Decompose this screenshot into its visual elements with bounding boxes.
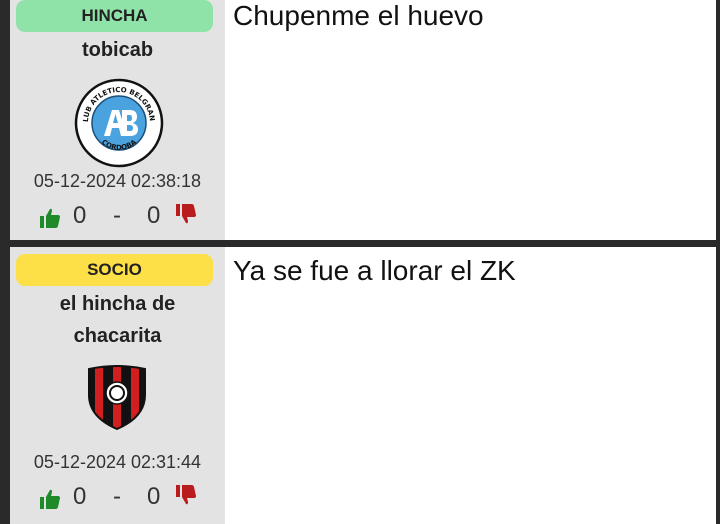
post-message: Ya se fue a llorar el ZK xyxy=(225,247,716,524)
like-count: 0 xyxy=(73,483,87,510)
thumbs-up-icon[interactable] xyxy=(38,487,62,511)
comment-post: HINCHA tobicab CLUB ATLETICO BELGRANO CO… xyxy=(10,0,716,240)
post-date: 05-12-2024 02:38:18 xyxy=(33,171,202,191)
thumbs-up-icon[interactable] xyxy=(38,206,62,230)
dislike-count: 0 xyxy=(147,483,161,510)
membership-badge: HINCHA xyxy=(16,0,213,32)
vote-separator: - xyxy=(113,202,121,229)
vote-bar: 0 - 0 xyxy=(10,483,225,515)
vote-separator: - xyxy=(113,483,121,510)
post-date: 05-12-2024 02:31:44 xyxy=(33,452,202,472)
like-count: 0 xyxy=(73,202,87,229)
belgrano-crest-icon: CLUB ATLETICO BELGRANO CORDOBA xyxy=(74,78,164,168)
thumbs-down-icon[interactable] xyxy=(174,202,198,226)
author-panel: HINCHA tobicab CLUB ATLETICO BELGRANO CO… xyxy=(10,0,225,240)
comment-post: SOCIO el hincha de chacarita 05-12-2024 … xyxy=(10,247,716,524)
dislike-count: 0 xyxy=(147,202,161,229)
chacarita-crest-icon xyxy=(88,365,146,431)
author-name[interactable]: el hincha de chacarita xyxy=(10,288,225,352)
vote-bar: 0 - 0 xyxy=(10,202,225,234)
author-panel: SOCIO el hincha de chacarita 05-12-2024 … xyxy=(10,247,225,524)
post-message: Chupenme el huevo xyxy=(225,0,716,240)
author-name[interactable]: tobicab xyxy=(10,34,225,66)
membership-badge: SOCIO xyxy=(16,254,213,286)
thumbs-down-icon[interactable] xyxy=(174,483,198,507)
